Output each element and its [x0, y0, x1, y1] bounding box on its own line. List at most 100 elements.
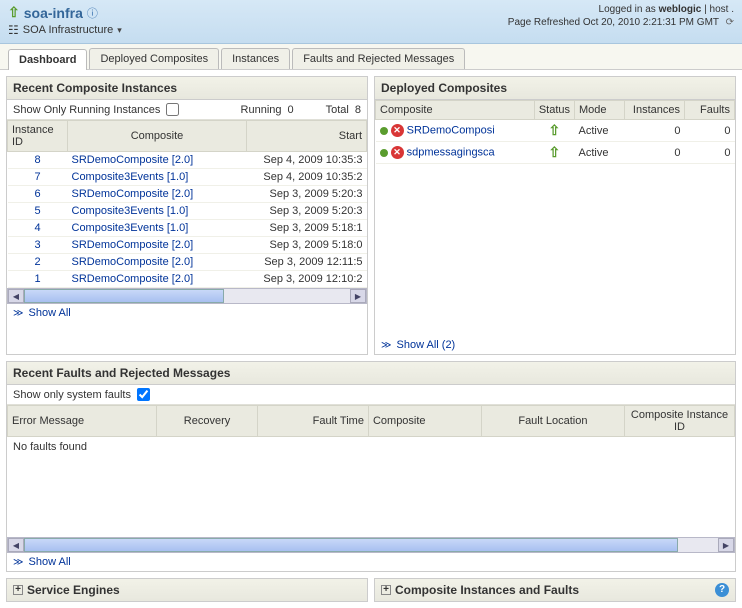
composite-link[interactable]: SRDemoComposi: [407, 124, 495, 136]
show-running-checkbox[interactable]: [166, 103, 179, 116]
col-composite[interactable]: Composite: [376, 101, 535, 120]
info-icon[interactable]: ⓘ: [87, 5, 98, 21]
show-all-deployed-link[interactable]: Show All (2): [397, 339, 456, 351]
faults-scrollbar[interactable]: ◀ ▶: [7, 537, 735, 553]
infrastructure-menu[interactable]: ☷ SOA Infrastructure ▾: [8, 23, 122, 37]
main-tabs: Dashboard Deployed Composites Instances …: [0, 44, 742, 70]
system-faults-label: Show only system faults: [13, 389, 131, 401]
instances-value: 0: [625, 142, 685, 164]
instance-id-link[interactable]: 4: [34, 222, 40, 234]
col-start[interactable]: Start: [247, 121, 367, 152]
start-time: Sep 4, 2009 10:35:2: [247, 169, 367, 186]
expand-icon: ≫: [13, 308, 23, 319]
composite-link[interactable]: sdpmessagingsca: [407, 146, 495, 158]
start-time: Sep 3, 2009 5:18:1: [247, 220, 367, 237]
status-dot-icon: [380, 127, 388, 135]
table-row: ✕ SRDemoComposi⇧Active00: [376, 120, 735, 142]
deployed-title: Deployed Composites: [375, 77, 735, 100]
instance-id-link[interactable]: 5: [34, 205, 40, 217]
faults-panel: Recent Faults and Rejected Messages Show…: [6, 361, 736, 572]
total-count: 8: [355, 104, 361, 116]
col-instance-id[interactable]: Instance ID: [8, 121, 68, 152]
col-composite[interactable]: Composite: [368, 406, 481, 437]
instances-table: Instance ID Composite Start 8 SRDemoCompo…: [7, 120, 367, 288]
service-engines-panel: + Service Engines: [6, 578, 368, 602]
composite-link[interactable]: SRDemoComposite [2.0]: [72, 188, 194, 200]
deployed-table: Composite Status Mode Instances Faults ✕…: [375, 100, 735, 164]
faults-value: 0: [685, 142, 735, 164]
deployed-composites-panel: Deployed Composites Composite Status Mod…: [374, 76, 736, 355]
col-faults[interactable]: Faults: [685, 101, 735, 120]
table-row: 2SRDemoComposite [2.0]Sep 3, 2009 12:11:…: [8, 254, 367, 271]
col-composite-instance-id[interactable]: Composite Instance ID: [625, 406, 735, 437]
help-icon[interactable]: ?: [715, 583, 729, 597]
infra-icon: ☷: [8, 23, 19, 37]
page-header: ⇧ soa-infra ⓘ ☷ SOA Infrastructure ▾ Log…: [0, 0, 742, 44]
tab-dashboard[interactable]: Dashboard: [8, 49, 87, 70]
col-mode[interactable]: Mode: [575, 101, 625, 120]
col-error-message[interactable]: Error Message: [8, 406, 157, 437]
running-label: Running: [241, 104, 282, 116]
scroll-right-icon[interactable]: ▶: [718, 538, 734, 552]
start-time: Sep 3, 2009 12:10:2: [247, 271, 367, 288]
show-all-faults-link[interactable]: Show All: [29, 556, 71, 568]
composite-instances-faults-panel: + Composite Instances and Faults ?: [374, 578, 736, 602]
chevron-down-icon: ▾: [117, 25, 122, 36]
status-up-icon: ⇧: [549, 144, 561, 160]
table-row: 5 Composite3Events [1.0] Sep 3, 2009 5:20:…: [8, 203, 367, 220]
table-row: 3SRDemoComposite [2.0]Sep 3, 2009 5:18:0: [8, 237, 367, 254]
tab-instances[interactable]: Instances: [221, 48, 290, 69]
col-fault-time[interactable]: Fault Time: [258, 406, 369, 437]
col-composite[interactable]: Composite: [68, 121, 247, 152]
instance-id-link[interactable]: 3: [34, 239, 40, 251]
refresh-icon[interactable]: ⟳: [726, 17, 734, 28]
error-icon: ✕: [391, 146, 404, 159]
col-fault-location[interactable]: Fault Location: [481, 406, 624, 437]
table-row: 1 SRDemoComposite [2.0] Sep 3, 2009 12:10:…: [8, 271, 367, 288]
instance-id-link[interactable]: 7: [34, 171, 40, 183]
col-instances[interactable]: Instances: [625, 101, 685, 120]
composite-link[interactable]: Composite3Events [1.0]: [72, 205, 189, 217]
table-row: 6 SRDemoComposite [2.0] Sep 3, 2009 5:20:3: [8, 186, 367, 203]
tab-faults[interactable]: Faults and Rejected Messages: [292, 48, 465, 69]
scroll-thumb[interactable]: [24, 538, 678, 552]
scroll-left-icon[interactable]: ◀: [8, 289, 24, 303]
error-icon: ✕: [391, 124, 404, 137]
instance-id-link[interactable]: 8: [34, 154, 40, 166]
expand-icon: ≫: [13, 557, 23, 568]
composite-link[interactable]: Composite3Events [1.0]: [72, 222, 189, 234]
instances-scrollbar[interactable]: ◀ ▶: [7, 288, 367, 304]
recent-instances-title: Recent Composite Instances: [7, 77, 367, 100]
infra-label: SOA Infrastructure: [23, 24, 113, 36]
composite-link[interactable]: SRDemoComposite [2.0]: [72, 256, 194, 268]
system-faults-checkbox[interactable]: [137, 388, 150, 401]
show-all-instances-link[interactable]: Show All: [29, 307, 71, 319]
scroll-thumb[interactable]: [24, 289, 224, 303]
show-running-label: Show Only Running Instances: [13, 104, 160, 116]
composite-link[interactable]: SRDemoComposite [2.0]: [72, 239, 194, 251]
table-row: ✕ sdpmessagingsca⇧Active00: [376, 142, 735, 164]
col-recovery[interactable]: Recovery: [156, 406, 258, 437]
tab-deployed-composites[interactable]: Deployed Composites: [89, 48, 219, 69]
instance-id-link[interactable]: 1: [34, 273, 40, 285]
running-count: 0: [288, 104, 294, 116]
refresh-timestamp: Page Refreshed Oct 20, 2010 2:21:31 PM G…: [508, 17, 719, 28]
table-row: 7 Composite3Events [1.0] Sep 4, 2009 10:35…: [8, 169, 367, 186]
status-up-icon: ⇧: [8, 4, 20, 21]
start-time: Sep 3, 2009 5:20:3: [247, 203, 367, 220]
composite-link[interactable]: SRDemoComposite [2.0]: [72, 154, 194, 166]
status-up-icon: ⇧: [549, 122, 561, 138]
scroll-left-icon[interactable]: ◀: [8, 538, 24, 552]
faults-value: 0: [685, 120, 735, 142]
recent-instances-panel: Recent Composite Instances Show Only Run…: [6, 76, 368, 355]
instance-id-link[interactable]: 2: [34, 256, 40, 268]
instance-id-link[interactable]: 6: [34, 188, 40, 200]
expand-icon: ≫: [381, 340, 391, 351]
table-row: 4 Composite3Events [1.0] Sep 3, 2009 5:18:…: [8, 220, 367, 237]
col-status[interactable]: Status: [534, 101, 574, 120]
start-time: Sep 3, 2009 5:20:3: [247, 186, 367, 203]
status-dot-icon: [380, 149, 388, 157]
composite-link[interactable]: SRDemoComposite [2.0]: [72, 273, 194, 285]
scroll-right-icon[interactable]: ▶: [350, 289, 366, 303]
composite-link[interactable]: Composite3Events [1.0]: [72, 171, 189, 183]
